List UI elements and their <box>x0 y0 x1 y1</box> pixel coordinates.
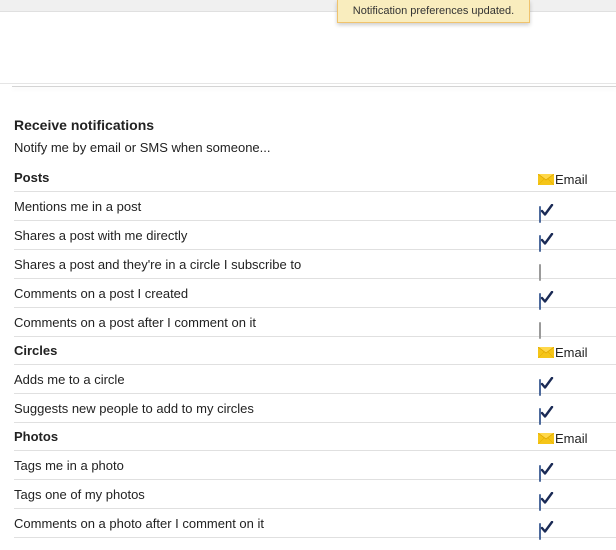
notification-label: Comments on a post I created <box>14 286 189 301</box>
email-column-label: Email <box>555 431 588 446</box>
notification-label: Tags me in a photo <box>14 458 124 473</box>
section-title: Receive notifications <box>14 117 155 133</box>
email-checkbox[interactable] <box>539 488 554 511</box>
checkmark-icon <box>540 204 554 216</box>
notification-row: Comments on a post I created <box>14 279 616 310</box>
notification-row: Shares a post with me directly <box>14 221 616 252</box>
notification-label: Shares a post and they're in a circle I … <box>14 257 302 272</box>
header-divider-shadow <box>12 86 616 87</box>
notification-group-posts: Posts Email Mentions me in a post Shares… <box>14 164 616 339</box>
email-checkbox[interactable] <box>539 402 554 425</box>
notification-label: Suggests new people to add to my circles <box>14 401 254 416</box>
section-subtitle: Notify me by email or SMS when someone..… <box>14 140 271 155</box>
email-column-label: Email <box>555 172 588 187</box>
email-checkbox[interactable] <box>539 517 554 540</box>
email-column-header: Email <box>538 345 588 360</box>
envelope-icon <box>538 433 554 444</box>
checkmark-icon <box>540 377 554 389</box>
checkmark-icon <box>540 291 554 303</box>
notification-row: Adds me to a circle <box>14 365 616 396</box>
notification-group-circles: Circles Email Adds me to a circle Sugges… <box>14 337 616 425</box>
checkmark-icon <box>540 521 554 533</box>
notification-label: Mentions me in a post <box>14 199 142 214</box>
notification-group-photos: Photos Email Tags me in a photo Tags one… <box>14 423 616 540</box>
notification-row: Suggests new people to add to my circles <box>14 394 616 425</box>
notifications-panel: Receive notifications Notify me by email… <box>14 110 616 540</box>
email-checkbox[interactable] <box>539 316 552 339</box>
notification-label: Tags one of my photos <box>14 487 145 502</box>
notification-label: Comments on a photo after I comment on i… <box>14 516 265 531</box>
email-checkbox[interactable] <box>539 258 552 281</box>
group-title: Posts <box>14 170 50 185</box>
checkmark-icon <box>540 463 554 475</box>
checkmark-icon <box>540 233 554 245</box>
email-checkbox[interactable] <box>539 200 554 223</box>
email-checkbox[interactable] <box>539 373 554 396</box>
notification-label: Shares a post with me directly <box>14 228 188 243</box>
email-checkbox[interactable] <box>539 459 554 482</box>
group-header: Photos Email <box>14 423 616 451</box>
header-divider <box>0 83 616 84</box>
email-column-header: Email <box>538 172 588 187</box>
email-checkbox[interactable] <box>539 229 554 252</box>
envelope-icon <box>538 347 554 358</box>
notification-groups: Posts Email Mentions me in a post Shares… <box>14 164 616 540</box>
notification-row: Comments on a photo after I comment on i… <box>14 509 616 540</box>
email-checkbox[interactable] <box>539 287 554 310</box>
toast-message: Notification preferences updated. <box>352 5 515 17</box>
group-title: Circles <box>14 343 58 358</box>
group-header: Posts Email <box>14 164 616 192</box>
notification-row: Tags me in a photo <box>14 451 616 482</box>
group-header: Circles Email <box>14 337 616 365</box>
notification-toast: Notification preferences updated. <box>337 0 530 23</box>
notification-row: Shares a post and they're in a circle I … <box>14 250 616 281</box>
checkmark-icon <box>540 492 554 504</box>
group-title: Photos <box>14 429 59 444</box>
notification-row: Comments on a post after I comment on it <box>14 308 616 339</box>
checkmark-icon <box>540 406 554 418</box>
email-column-label: Email <box>555 345 588 360</box>
notification-row: Mentions me in a post <box>14 192 616 223</box>
notification-label: Comments on a post after I comment on it <box>14 315 257 330</box>
email-column-header: Email <box>538 431 588 446</box>
envelope-icon <box>538 174 554 185</box>
notification-label: Adds me to a circle <box>14 372 125 387</box>
notification-row: Tags one of my photos <box>14 480 616 511</box>
